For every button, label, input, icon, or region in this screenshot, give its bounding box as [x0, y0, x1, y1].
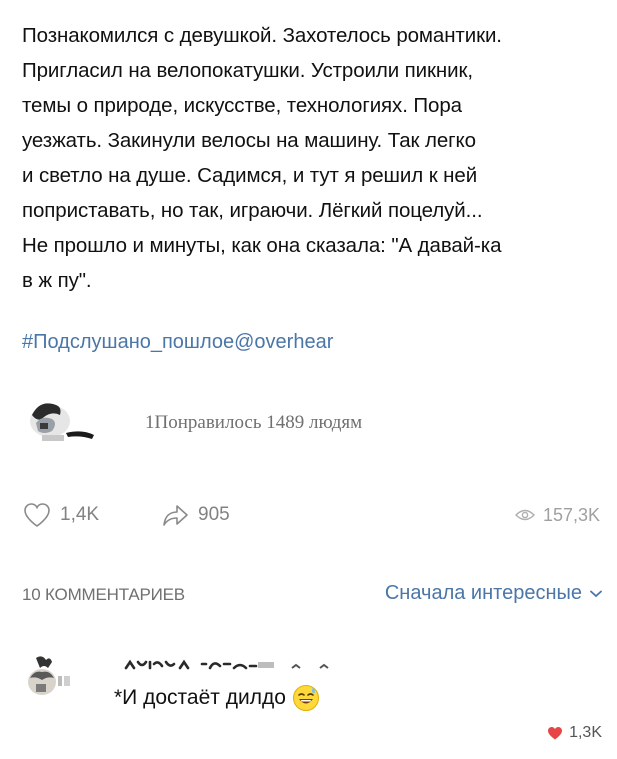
- like-button[interactable]: 1,4K: [22, 495, 99, 535]
- heart-filled-icon: [548, 727, 563, 740]
- comments-header: 10 КОММЕНТАРИЕВ Сначала интересные: [22, 582, 602, 612]
- heart-outline-icon: [24, 503, 50, 527]
- sort-label: Сначала интересные: [384, 582, 582, 604]
- like-count: 1,4K: [60, 504, 100, 525]
- avatar-stack-image: [30, 403, 94, 441]
- views-counter: 157,3K: [514, 495, 600, 535]
- share-count: 905: [198, 504, 230, 525]
- post-line: Не прошло и минуты, как она сказала: "А …: [22, 234, 502, 257]
- comment-text: *И достаёт дилдо: [114, 684, 320, 712]
- post-line: уезжать. Закинули велосы на машину. Так …: [22, 129, 476, 152]
- post-line: Пригласил на велопокатушки. Устроили пик…: [22, 59, 473, 82]
- comment-item: *И достаёт дилдо 1,3K: [22, 648, 602, 748]
- sweat-smile-emoji: [292, 685, 319, 711]
- share-arrow-icon: [163, 505, 188, 526]
- post-line: Познакомился с девушкой. Захотелось рома…: [22, 24, 502, 47]
- views-count: 157,3K: [542, 504, 600, 525]
- comment-author-redacted[interactable]: [124, 654, 344, 676]
- post-actions: 1,4K 905 157,3K: [22, 495, 600, 535]
- eye-icon: [514, 509, 535, 521]
- comment-body: *И достаёт дилдо: [114, 686, 286, 709]
- post-line: темы о природе, искусстве, технологиях. …: [22, 94, 462, 117]
- post-line: поприставать, но так, играючи. Лёгкий по…: [22, 199, 483, 222]
- post-text: Познакомился с девушкой. Захотелось рома…: [22, 18, 602, 298]
- comments-count: 10 КОММЕНТАРИЕВ: [22, 585, 185, 604]
- post-line: в ж пу".: [22, 269, 92, 292]
- comment-avatar[interactable]: [22, 654, 92, 700]
- chevron-down-icon: [590, 590, 602, 597]
- liker-avatars[interactable]: [22, 393, 132, 453]
- comment-like-button[interactable]: 1,3K: [547, 724, 602, 742]
- likes-summary[interactable]: 1Понравилось 1489 людям: [22, 393, 582, 453]
- redacted-author-name: [124, 659, 329, 670]
- post-line: и светло на душе. Садимся, и тут я решил…: [22, 164, 478, 187]
- comments-sort-select[interactable]: Сначала интересные: [385, 582, 602, 605]
- hashtag-link[interactable]: #Подслушано_пошлое@overhear: [22, 331, 333, 354]
- comment-like-count: 1,3K: [569, 724, 602, 741]
- avatar-image: [28, 656, 70, 695]
- likes-summary-text: 1Понравилось 1489 людям: [145, 412, 363, 433]
- share-button[interactable]: 905: [160, 495, 230, 535]
